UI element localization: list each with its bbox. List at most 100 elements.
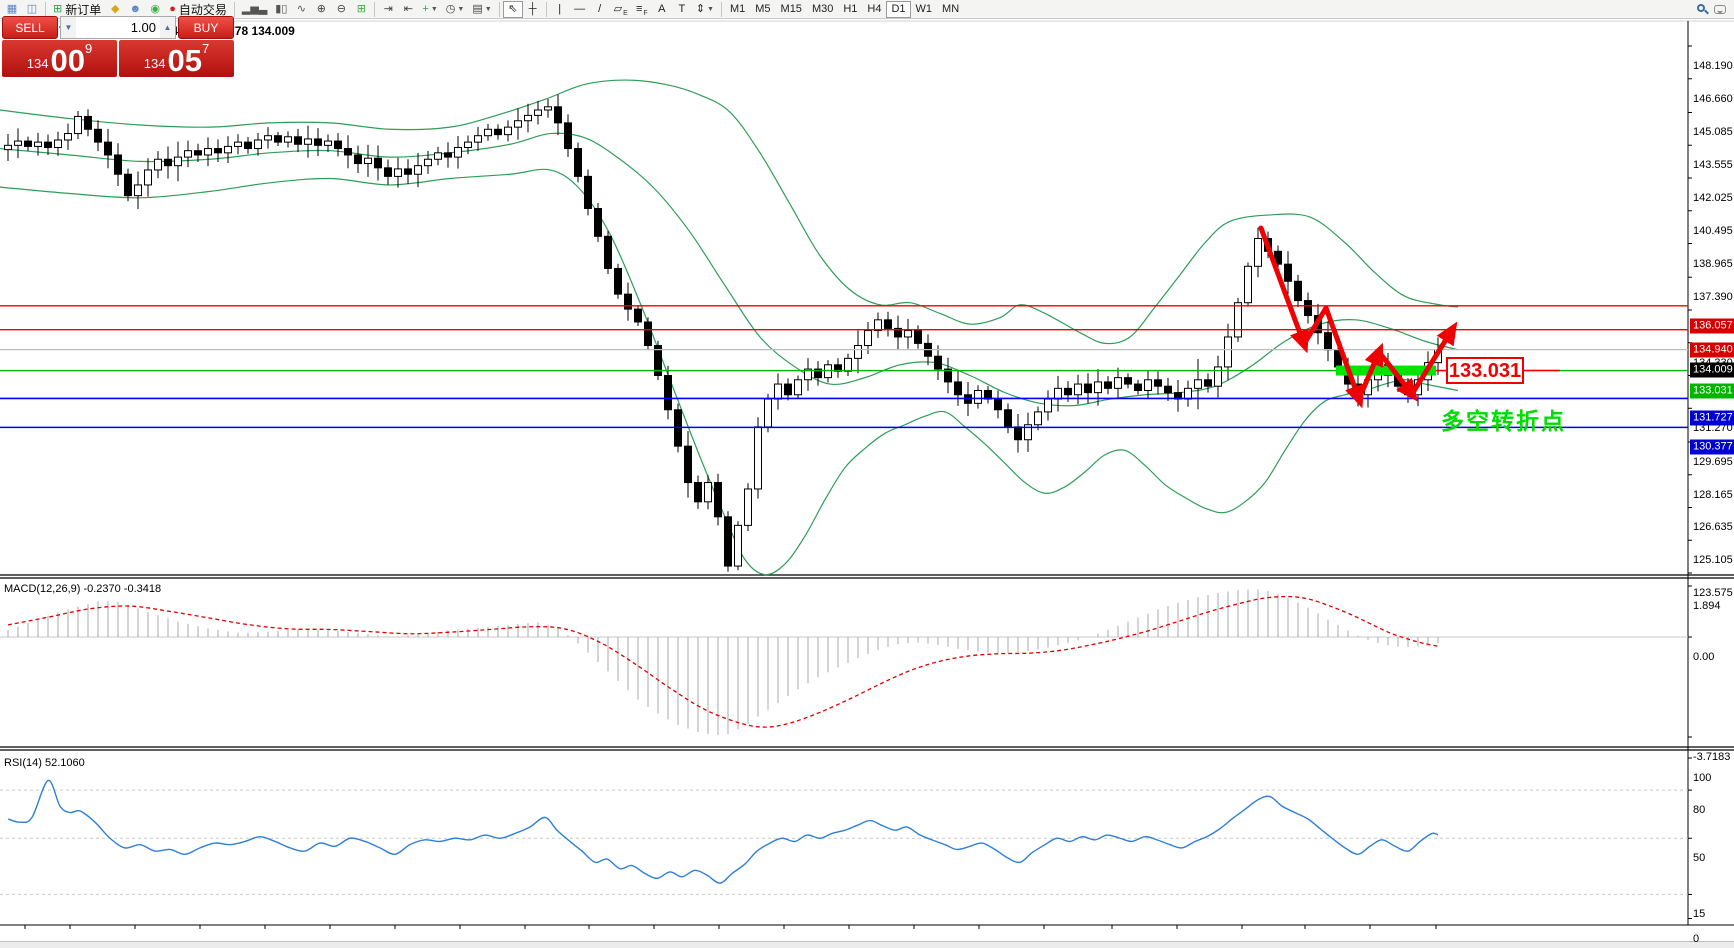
- sep5: [546, 2, 547, 17]
- sell-price-panel[interactable]: 134 00 9: [2, 40, 117, 77]
- cursor-tool[interactable]: ⇖: [503, 1, 523, 18]
- volume-input[interactable]: 1.00: [76, 17, 160, 38]
- trendline-glyph: /: [598, 4, 601, 15]
- auto-scroll-icon-glyph: ⇤: [404, 4, 413, 15]
- sell-button[interactable]: SELL: [2, 16, 58, 39]
- dropdown-arrow-icon[interactable]: ▼: [457, 6, 464, 13]
- candlestick-chart-icon[interactable]: ▮▯: [271, 1, 291, 18]
- price-badge: 131.727: [1690, 411, 1734, 426]
- zoom-out-icon[interactable]: ⊖: [331, 1, 351, 18]
- bollinger-middle: [0, 133, 1458, 406]
- axis-label: 128.165: [1693, 489, 1733, 501]
- axis-label: 126.635: [1693, 521, 1733, 533]
- timeframe-m15-button[interactable]: M15: [776, 1, 807, 18]
- axis-label: 1.894: [1693, 600, 1721, 612]
- bar-chart-icon[interactable]: ▂▅▃: [238, 1, 271, 18]
- axis-label: 145.085: [1693, 126, 1733, 138]
- auto-trading-button[interactable]: ●自动交易: [165, 1, 231, 18]
- tile-windows-icon[interactable]: ⊞: [351, 1, 371, 18]
- volume-increase-button[interactable]: ▲: [160, 17, 175, 38]
- axis-label: 50: [1693, 852, 1705, 864]
- signals-icon-glyph: ◉: [150, 4, 160, 15]
- fibonacci-tool[interactable]: ≡F: [632, 1, 652, 18]
- macd-pane-title: MACD(12,26,9) -0.2370 -0.3418: [4, 583, 161, 595]
- dropdown-arrow-icon[interactable]: ▼: [707, 6, 714, 13]
- data-window-icon[interactable]: ◫: [22, 1, 42, 18]
- sep2: [234, 2, 235, 17]
- main-toolbar: ▦◫⊞新订单◆☻◉●自动交易▂▅▃▮▯∿⊕⊖⊞⇥⇤+▼◷▼▤▼⇖┼|—/▱E≡F…: [0, 0, 1734, 19]
- axis-label: -3.7183: [1693, 751, 1730, 763]
- market-watch-icon-glyph: ▦: [7, 4, 17, 15]
- chart-shift-icon-glyph: ⇥: [384, 4, 393, 15]
- new-order-button-label: 新订单: [65, 1, 101, 18]
- zoom-in-icon[interactable]: ⊕: [311, 1, 331, 18]
- buy-price-base: 134: [144, 54, 166, 75]
- trendline-tool[interactable]: /: [590, 1, 610, 18]
- timeframe-mn-button[interactable]: MN: [937, 1, 964, 18]
- data-window-icon-glyph: ◫: [27, 4, 37, 15]
- tile-windows-icon-glyph: ⊞: [357, 4, 366, 15]
- equidistant-channel-glyph: ▱: [614, 4, 622, 15]
- community-chat-icon[interactable]: [1714, 5, 1726, 14]
- signals-icon[interactable]: ◉: [145, 1, 165, 18]
- market-watch-icon[interactable]: ▦: [2, 1, 22, 18]
- search-icon[interactable]: [1697, 4, 1708, 15]
- rsi-indicator: [0, 780, 1688, 894]
- timeframe-m5-button[interactable]: M5: [750, 1, 775, 18]
- turning-point-note[interactable]: 多空转折点: [1441, 402, 1566, 436]
- price-badge: 134.940: [1690, 342, 1734, 357]
- timeframe-h4-button[interactable]: H4: [862, 1, 886, 18]
- chart-canvas[interactable]: [0, 20, 1734, 948]
- zoom-in-icon-glyph: ⊕: [317, 4, 326, 15]
- buy-button[interactable]: BUY: [178, 16, 234, 39]
- axis-label: 15: [1693, 908, 1705, 920]
- horizontal-line-tool[interactable]: —: [570, 1, 590, 18]
- new-order-button[interactable]: ⊞新订单: [49, 1, 105, 18]
- timeframe-w1-button[interactable]: W1: [911, 1, 938, 18]
- chart-window[interactable]: ▲GBPJPY-,Daily 133.813 134.690 133.778 1…: [0, 20, 1734, 941]
- buy-price-panel[interactable]: 134 05 7: [119, 40, 234, 77]
- axis-label: 143.555: [1693, 159, 1733, 171]
- candles: [5, 95, 1442, 572]
- text-tool[interactable]: A: [652, 1, 672, 18]
- bollinger-lower: [0, 169, 1458, 574]
- timeframe-m1-button[interactable]: M1: [725, 1, 750, 18]
- deposit-icon[interactable]: ◆: [105, 1, 125, 18]
- text-label-glyph: T: [678, 4, 685, 15]
- crosshair-tool[interactable]: ┼: [523, 1, 543, 18]
- timeframe-h1-button[interactable]: H1: [838, 1, 862, 18]
- timeframe-m30-button[interactable]: M30: [807, 1, 838, 18]
- periods-icon-glyph: ◷: [446, 4, 456, 15]
- sep3: [374, 2, 375, 17]
- bar-chart-icon-glyph: ▂▅▃: [242, 4, 267, 15]
- expert-advisors-icon-glyph: ☻: [129, 4, 141, 15]
- price-badge: 134.009: [1690, 362, 1734, 377]
- add-indicator-icon[interactable]: +▼: [418, 1, 441, 18]
- dropdown-arrow-icon[interactable]: ▼: [485, 6, 492, 13]
- axis-label: 80: [1693, 804, 1705, 816]
- text-label-tool[interactable]: T: [672, 1, 692, 18]
- periods-icon[interactable]: ◷▼: [442, 1, 469, 18]
- vertical-line-tool[interactable]: |: [550, 1, 570, 18]
- vertical-line-glyph: |: [558, 4, 561, 15]
- axis-label: 129.695: [1693, 456, 1733, 468]
- volume-decrease-button[interactable]: ▼: [61, 17, 76, 38]
- window-bottom-edge: [0, 941, 1734, 948]
- equidistant-channel-tool[interactable]: ▱E: [610, 1, 632, 18]
- deposit-icon-glyph: ◆: [111, 4, 119, 15]
- price-badge: 130.377: [1690, 440, 1734, 455]
- templates-icon[interactable]: ▤▼: [468, 1, 495, 18]
- axis-label: 148.190: [1693, 60, 1733, 72]
- one-click-trading-panel: SELL ▼ 1.00 ▲ BUY 134 00 9 134 05 7: [2, 16, 234, 77]
- dropdown-arrow-icon[interactable]: ▼: [431, 6, 438, 13]
- axis-label: 142.025: [1693, 192, 1733, 204]
- chart-shift-icon[interactable]: ⇥: [378, 1, 398, 18]
- auto-scroll-icon[interactable]: ⇤: [398, 1, 418, 18]
- arrows-tool[interactable]: ⇕▼: [692, 1, 718, 18]
- price-callout-label[interactable]: 133.031: [1446, 357, 1524, 384]
- buy-price-pip: 7: [202, 41, 209, 56]
- expert-advisors-icon[interactable]: ☻: [125, 1, 145, 18]
- timeframe-d1-button[interactable]: D1: [886, 1, 910, 18]
- line-chart-icon[interactable]: ∿: [291, 1, 311, 18]
- sell-price-base: 134: [27, 54, 49, 75]
